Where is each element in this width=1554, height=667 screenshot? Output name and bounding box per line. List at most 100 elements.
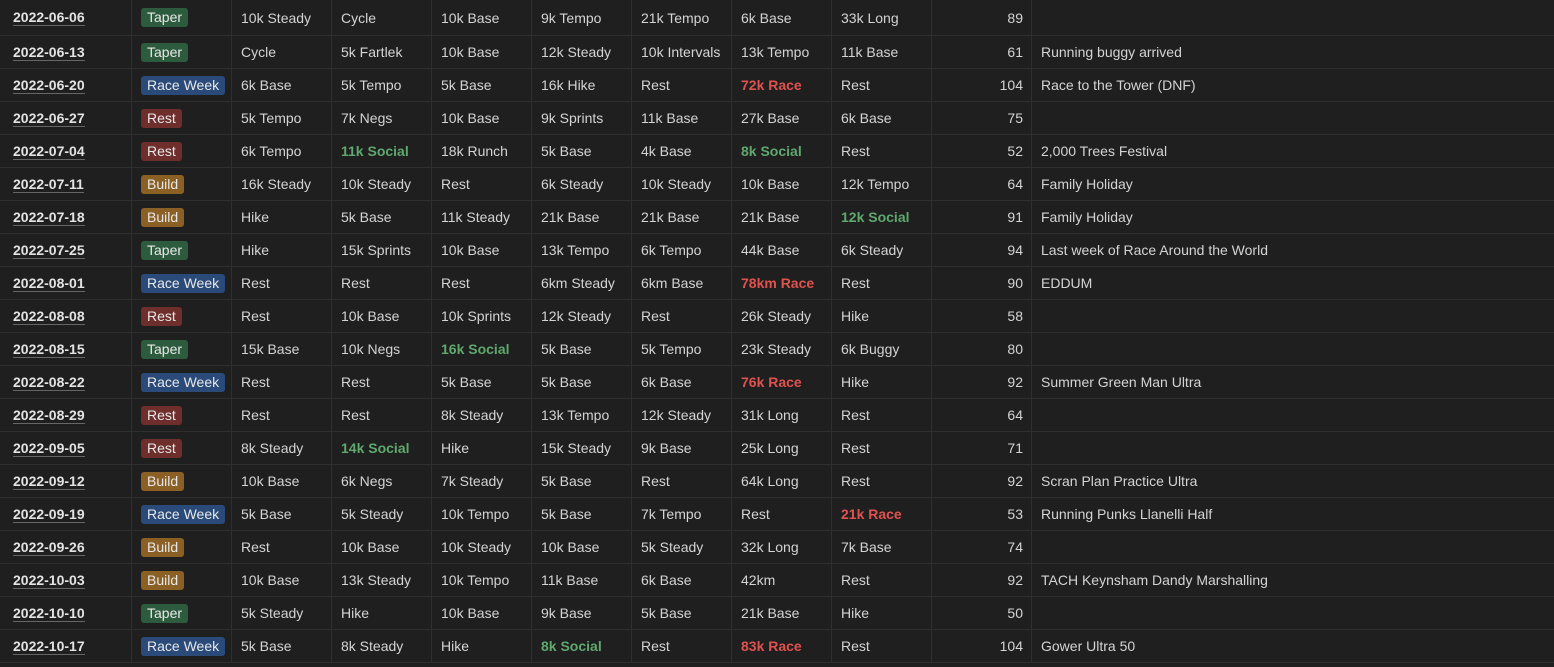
day-cell[interactable]: Rest [632,630,732,662]
phase-cell[interactable]: Taper [132,597,232,629]
day-cell[interactable]: Hike [232,234,332,266]
day-cell[interactable]: 10k Steady [632,168,732,200]
week-date-cell[interactable]: 2022-07-18 [0,201,132,233]
day-cell[interactable]: 10k Base [432,597,532,629]
day-cell[interactable]: 6k Base [632,564,732,596]
notes-cell[interactable]: EDDUM [1032,267,1554,299]
phase-cell[interactable]: Race Week [132,498,232,530]
table-row[interactable]: 2022-10-03 Build 10k Base 13k Steady 10k Tem… [0,564,1554,597]
week-date-cell[interactable]: 2022-08-01 [0,267,132,299]
table-row[interactable]: 2022-07-11 Build 16k Steady 10k Steady Rest 6… [0,168,1554,201]
week-date-cell[interactable]: 2022-06-06 [0,0,132,35]
day-cell[interactable]: Cycle [232,36,332,68]
week-date-link[interactable]: 2022-07-11 [13,176,84,193]
day-cell[interactable]: 5k Base [432,366,532,398]
table-row[interactable]: 2022-07-04 Rest 6k Tempo 11k Social 18k Runc… [0,135,1554,168]
day-cell[interactable]: 10k Base [432,102,532,134]
day-cell[interactable]: 23k Steady [732,333,832,365]
phase-cell[interactable]: Race Week [132,630,232,662]
day-cell[interactable]: Rest [332,399,432,431]
week-date-cell[interactable]: 2022-07-04 [0,135,132,167]
day-cell[interactable]: 31k Long [732,399,832,431]
day-cell[interactable]: 7k Tempo [632,498,732,530]
day-cell[interactable]: 26k Steady [732,300,832,332]
day-cell[interactable]: 5k Base [532,465,632,497]
phase-cell[interactable]: Race Week [132,366,232,398]
week-date-link[interactable]: 2022-06-13 [13,44,85,61]
day-cell[interactable]: Rest [832,267,932,299]
day-cell[interactable]: Rest [832,630,932,662]
phase-cell[interactable]: Build [132,564,232,596]
day-cell[interactable]: Rest [232,531,332,563]
day-cell[interactable]: 13k Tempo [532,399,632,431]
week-date-link[interactable]: 2022-10-10 [13,605,85,622]
table-row[interactable]: 2022-08-01 Race Week Rest Rest Rest 6km Stead… [0,267,1554,300]
week-date-link[interactable]: 2022-08-29 [13,407,85,424]
weekly-total-cell[interactable]: 58 [932,300,1032,332]
weekly-total-cell[interactable]: 64 [932,168,1032,200]
day-cell[interactable]: 6k Tempo [232,135,332,167]
notes-cell[interactable]: Scran Plan Practice Ultra [1032,465,1554,497]
week-date-cell[interactable]: 2022-09-12 [0,465,132,497]
day-cell[interactable]: 8k Steady [232,432,332,464]
day-cell[interactable]: Rest [832,69,932,101]
table-row[interactable]: 2022-08-29 Rest Rest Rest 8k Steady 13k Tempo… [0,399,1554,432]
phase-cell[interactable]: Build [132,168,232,200]
weekly-total-cell[interactable]: 104 [932,630,1032,662]
week-date-link[interactable]: 2022-08-22 [13,374,85,391]
week-date-link[interactable]: 2022-10-17 [13,638,85,655]
notes-cell[interactable]: Summer Green Man Ultra [1032,366,1554,398]
table-row[interactable]: 2022-06-06 Taper 10k Steady Cycle 10k Base 9k… [0,0,1554,36]
day-cell[interactable]: 5k Base [232,498,332,530]
day-cell[interactable]: 4k Base [632,135,732,167]
notes-cell[interactable]: Running buggy arrived [1032,36,1554,68]
day-cell[interactable]: Hike [832,366,932,398]
phase-cell[interactable]: Rest [132,102,232,134]
weekly-total-cell[interactable]: 71 [932,432,1032,464]
day-cell[interactable]: 6k Base [832,102,932,134]
day-cell[interactable]: Rest [432,267,532,299]
week-date-link[interactable]: 2022-08-01 [13,275,85,292]
day-cell[interactable]: 10k Base [432,234,532,266]
week-date-cell[interactable]: 2022-09-05 [0,432,132,464]
day-cell[interactable]: 13k Steady [332,564,432,596]
notes-cell[interactable]: Running Punks Llanelli Half [1032,498,1554,530]
day-cell[interactable]: Rest [232,399,332,431]
day-cell[interactable]: 33k Long [832,0,932,35]
day-cell[interactable]: Cycle [332,0,432,35]
day-cell[interactable]: 5k Base [532,498,632,530]
day-cell[interactable]: 10k Steady [332,168,432,200]
day-cell[interactable]: 11k Social [332,135,432,167]
day-cell[interactable]: 14k Social [332,432,432,464]
week-date-cell[interactable]: 2022-10-10 [0,597,132,629]
week-date-cell[interactable]: 2022-06-13 [0,36,132,68]
notes-cell[interactable] [1032,300,1554,332]
day-cell[interactable]: 10k Steady [232,0,332,35]
table-row[interactable]: 2022-09-26 Build Rest 10k Base 10k Steady 10k… [0,531,1554,564]
day-cell[interactable]: 7k Base [832,531,932,563]
day-cell[interactable]: 78km Race [732,267,832,299]
table-row[interactable]: 2022-10-10 Taper 5k Steady Hike 10k Base 9k B… [0,597,1554,630]
week-date-cell[interactable]: 2022-08-29 [0,399,132,431]
weekly-total-cell[interactable]: 80 [932,333,1032,365]
day-cell[interactable]: 6k Steady [832,234,932,266]
weekly-total-cell[interactable]: 89 [932,0,1032,35]
day-cell[interactable]: 5k Base [632,597,732,629]
day-cell[interactable]: 9k Base [532,597,632,629]
day-cell[interactable]: Rest [632,465,732,497]
day-cell[interactable]: 8k Social [532,630,632,662]
notes-cell[interactable] [1032,399,1554,431]
table-row[interactable]: 2022-06-13 Taper Cycle 5k Fartlek 10k Base 12… [0,36,1554,69]
day-cell[interactable]: 12k Steady [632,399,732,431]
weekly-total-cell[interactable]: 92 [932,465,1032,497]
day-cell[interactable]: 7k Negs [332,102,432,134]
table-row[interactable]: 2022-09-12 Build 10k Base 6k Negs 7k Steady 5… [0,465,1554,498]
weekly-total-cell[interactable]: 74 [932,531,1032,563]
day-cell[interactable]: 5k Steady [632,531,732,563]
day-cell[interactable]: 8k Steady [432,399,532,431]
week-date-cell[interactable]: 2022-07-25 [0,234,132,266]
day-cell[interactable]: 21k Tempo [632,0,732,35]
day-cell[interactable]: 27k Base [732,102,832,134]
phase-cell[interactable]: Taper [132,333,232,365]
phase-cell[interactable]: Taper [132,36,232,68]
